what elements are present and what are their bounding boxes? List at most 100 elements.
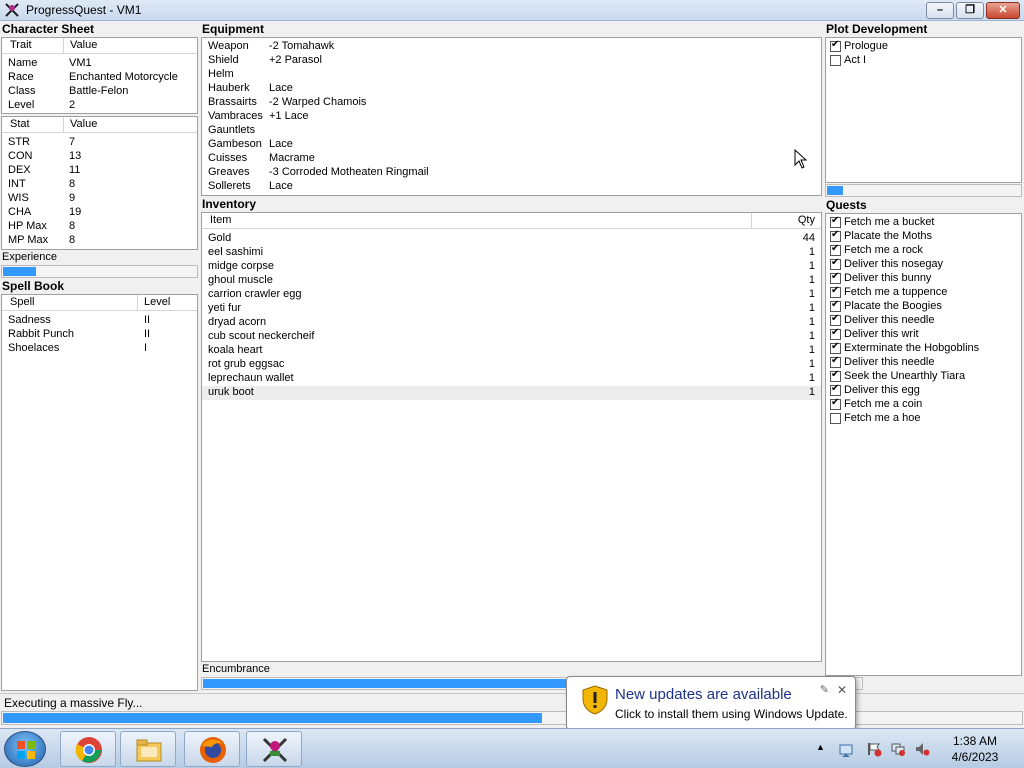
equipment-row[interactable]: Gauntlets (202, 124, 821, 138)
plot-list[interactable]: Prologue Act I (825, 37, 1022, 183)
spell-row[interactable]: Rabbit Punch II (2, 328, 197, 342)
inventory-row[interactable]: Gold 44 (202, 232, 821, 246)
quest-item[interactable]: Deliver this needle (826, 313, 1021, 328)
notification-options-icon[interactable]: ✎ (820, 683, 829, 696)
equipment-row[interactable]: Helm (202, 68, 821, 82)
taskbar-firefox[interactable] (184, 731, 240, 767)
inventory-row[interactable]: ghoul muscle 1 (202, 274, 821, 288)
equipment-row[interactable]: Gambeson Lace (202, 138, 821, 152)
equipment-row[interactable]: Weapon -2 Tomahawk (202, 40, 821, 54)
stats-list[interactable]: Stat Value STR 7 CON 13 DEX 11 INT 8 WIS 9 CHA 19 HP… (1, 116, 198, 250)
spell-list[interactable]: Spell Level Sadness II Rabbit Punch II Shoel… (1, 294, 198, 691)
notification-close-icon[interactable]: ✕ (837, 683, 847, 697)
clock[interactable]: 1:38 AM 4/6/2023 (938, 733, 1012, 765)
plot-act-checkbox[interactable] (830, 39, 841, 52)
equipment-row[interactable]: Sollerets Lace (202, 180, 821, 194)
quest-item-checkbox[interactable] (830, 299, 841, 312)
quest-item-checkbox[interactable] (830, 215, 841, 228)
quest-item[interactable]: Deliver this needle (826, 355, 1021, 370)
quest-item[interactable]: Fetch me a bucket (826, 215, 1021, 230)
inventory-row[interactable]: yeti fur 1 (202, 302, 821, 316)
stat-row[interactable]: INT 8 (2, 178, 197, 192)
quest-item-checkbox[interactable] (830, 355, 841, 368)
taskbar-progressquest[interactable] (246, 731, 302, 767)
start-button[interactable] (4, 731, 46, 767)
network-icon[interactable] (890, 741, 906, 757)
quest-item-checkbox[interactable] (830, 285, 841, 298)
trait-row[interactable]: Class Battle-Felon (2, 85, 197, 99)
inventory-row[interactable]: cub scout neckercheif 1 (202, 330, 821, 344)
inventory-row[interactable]: carrion crawler egg 1 (202, 288, 821, 302)
stat-row[interactable]: WIS 9 (2, 192, 197, 206)
equipment-row[interactable]: Vambraces +1 Lace (202, 110, 821, 124)
equipment-row[interactable]: Brassairts -2 Warped Chamois (202, 96, 821, 110)
quest-item[interactable]: Deliver this writ (826, 327, 1021, 342)
quest-item[interactable]: Deliver this bunny (826, 271, 1021, 286)
equipment-list[interactable]: Weapon -2 Tomahawk Shield +2 Parasol Helm Hau… (201, 37, 822, 196)
value-column-header[interactable]: Value (70, 39, 97, 51)
traits-list[interactable]: Trait Value Name VM1 Race Enchanted Motorcy… (1, 37, 198, 114)
quest-item-checkbox[interactable] (830, 369, 841, 382)
level-column-header[interactable]: Level (144, 296, 170, 308)
quest-item[interactable]: Deliver this nosegay (826, 257, 1021, 272)
stat-value-column-header[interactable]: Value (70, 118, 97, 130)
inventory-row[interactable]: eel sashimi 1 (202, 246, 821, 260)
trait-column-header[interactable]: Trait (10, 39, 32, 51)
stat-column-header[interactable]: Stat (10, 118, 30, 130)
update-notification[interactable]: New updates are available Click to insta… (566, 676, 856, 739)
quest-item-checkbox[interactable] (830, 271, 841, 284)
qty-column-header[interactable]: Qty (798, 214, 815, 226)
trait-row[interactable]: Level 2 (2, 99, 197, 113)
quest-item[interactable]: Fetch me a hoe (826, 412, 1021, 426)
quest-item-checkbox[interactable] (830, 383, 841, 396)
quest-item[interactable]: Deliver this egg (826, 383, 1021, 398)
quest-item[interactable]: Exterminate the Hobgoblins (826, 341, 1021, 356)
inventory-row[interactable]: midge corpse 1 (202, 260, 821, 274)
volume-icon[interactable] (914, 741, 930, 757)
item-column-header[interactable]: Item (210, 214, 231, 226)
plot-act-checkbox[interactable] (830, 55, 841, 66)
quest-list[interactable]: Fetch me a bucket Placate the Moths Fetch … (825, 213, 1022, 676)
quest-item-checkbox[interactable] (830, 257, 841, 270)
stat-row[interactable]: DEX 11 (2, 164, 197, 178)
taskbar-chrome[interactable] (60, 731, 116, 767)
inventory-list[interactable]: Item Qty Gold 44 eel sashimi 1 midge corpse 1… (201, 212, 822, 662)
stat-row[interactable]: CHA 19 (2, 206, 197, 220)
inventory-row[interactable]: rot grub eggsac 1 (202, 358, 821, 372)
trait-row[interactable]: Name VM1 (2, 57, 197, 71)
quest-item[interactable]: Fetch me a coin (826, 397, 1021, 412)
inventory-row[interactable]: uruk boot 1 (202, 386, 821, 400)
quest-item[interactable]: Fetch me a tuppence (826, 285, 1021, 300)
windows-update-tray-icon[interactable] (838, 741, 854, 757)
inventory-row[interactable]: dryad acorn 1 (202, 316, 821, 330)
spell-row[interactable]: Sadness II (2, 314, 197, 328)
quest-item[interactable]: Placate the Boogies (826, 299, 1021, 314)
action-center-icon[interactable] (866, 741, 882, 757)
quest-item-checkbox[interactable] (830, 313, 841, 326)
inventory-row[interactable]: leprechaun wallet 1 (202, 372, 821, 386)
spell-column-header[interactable]: Spell (10, 296, 34, 308)
equipment-row[interactable]: Shield +2 Parasol (202, 54, 821, 68)
quest-item-checkbox[interactable] (830, 243, 841, 256)
taskbar-explorer[interactable] (120, 731, 176, 767)
quest-item-checkbox[interactable] (830, 413, 841, 424)
stat-row[interactable]: STR 7 (2, 136, 197, 150)
show-hidden-icons-icon[interactable]: ▲ (816, 742, 825, 752)
quest-item-checkbox[interactable] (830, 229, 841, 242)
quest-item[interactable]: Seek the Unearthly Tiara (826, 369, 1021, 384)
close-button[interactable]: ✕ (986, 2, 1020, 19)
quest-item[interactable]: Fetch me a rock (826, 243, 1021, 258)
stat-row[interactable]: CON 13 (2, 150, 197, 164)
minimize-button[interactable]: – (926, 2, 954, 19)
equipment-row[interactable]: Cuisses Macrame (202, 152, 821, 166)
spell-row[interactable]: Shoelaces I (2, 342, 197, 356)
trait-row[interactable]: Race Enchanted Motorcycle (2, 71, 197, 85)
equipment-row[interactable]: Greaves -3 Corroded Motheaten Ringmail (202, 166, 821, 180)
plot-act[interactable]: Prologue (826, 39, 1021, 54)
stat-row[interactable]: MP Max 8 (2, 234, 197, 248)
maximize-button[interactable]: ❐ (956, 2, 984, 19)
equipment-row[interactable]: Hauberk Lace (202, 82, 821, 96)
quest-item-checkbox[interactable] (830, 327, 841, 340)
plot-act[interactable]: Act I (826, 54, 1021, 68)
quest-item-checkbox[interactable] (830, 397, 841, 410)
